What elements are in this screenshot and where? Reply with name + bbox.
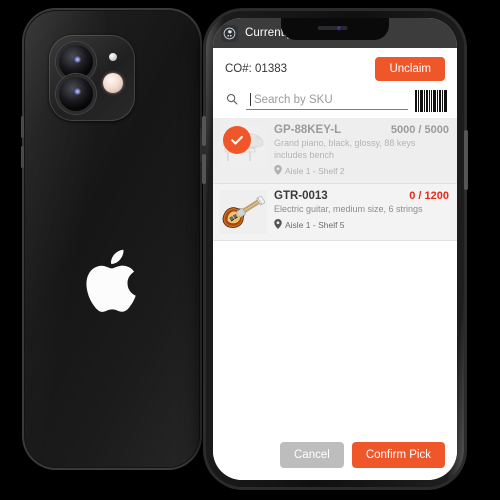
earpiece-speaker-icon	[317, 26, 348, 30]
text-caret	[250, 93, 251, 106]
content-spacer	[213, 240, 457, 432]
front-phone-device: Currently Picking... CO#: 01383 Unclaim	[202, 8, 468, 490]
front-camera-icon	[336, 26, 342, 31]
item-info-top: GP-88KEY-L 5000 / 5000	[274, 124, 449, 136]
front-phone-volume-up-button[interactable]	[202, 116, 206, 146]
item-info-top: GTR-0013 0 / 1200	[274, 190, 449, 202]
screenshot-stage: Currently Picking... CO#: 01383 Unclaim	[0, 0, 500, 500]
back-phone-volume-up-button[interactable]	[21, 116, 24, 138]
item-location-label: Aisle 1 - Shelf 2	[285, 165, 345, 176]
item-description: Grand piano, black, glossy, 88 keys incl…	[274, 138, 416, 160]
table-row[interactable]: GTR-0013 0 / 1200 Electric guitar, mediu…	[213, 183, 457, 241]
phone-screen: Currently Picking... CO#: 01383 Unclaim	[213, 18, 457, 480]
order-header-row: CO#: 01383 Unclaim	[213, 48, 457, 88]
customer-order-number: CO#: 01383	[225, 63, 288, 75]
check-icon	[223, 126, 251, 154]
item-location: Aisle 1 - Shelf 2	[274, 164, 449, 177]
back-phone-volume-down-button[interactable]	[21, 146, 24, 168]
pick-item-list: GP-88KEY-L 5000 / 5000 Grand piano, blac…	[213, 118, 457, 241]
search-row: Search by SKU	[213, 88, 457, 118]
item-quantity: 5000 / 5000	[390, 124, 449, 136]
barcode-icon[interactable]	[415, 90, 447, 112]
camera-flash-icon	[103, 73, 123, 93]
location-pin-icon	[274, 218, 282, 231]
camera-lens-bottom-icon	[56, 74, 96, 114]
cancel-button[interactable]: Cancel	[280, 442, 344, 468]
front-phone-volume-down-button[interactable]	[202, 154, 206, 184]
item-location: Aisle 1 - Shelf 5	[274, 218, 449, 231]
dual-camera-module	[49, 35, 135, 121]
location-pin-icon	[274, 164, 282, 177]
search-input[interactable]: Search by SKU	[246, 92, 408, 110]
back-phone-device	[21, 8, 203, 470]
item-info: GP-88KEY-L 5000 / 5000 Grand piano, blac…	[267, 124, 449, 177]
electric-guitar-icon	[219, 189, 267, 234]
item-sku: GP-88KEY-L	[274, 124, 342, 136]
app-root: Currently Picking... CO#: 01383 Unclaim	[213, 18, 457, 480]
item-description: Electric guitar, medium size, 6 strings	[274, 203, 423, 214]
back-phone-body	[25, 11, 199, 467]
unclaim-button[interactable]: Unclaim	[375, 57, 445, 81]
front-camera-notch	[281, 18, 389, 40]
item-location-label: Aisle 1 - Shelf 5	[285, 219, 345, 230]
apple-logo-icon	[85, 249, 139, 318]
item-info: GTR-0013 0 / 1200 Electric guitar, mediu…	[267, 190, 449, 234]
confirm-pick-button[interactable]: Confirm Pick	[351, 442, 445, 468]
item-quantity: 0 / 1200	[409, 189, 449, 202]
front-phone-power-button[interactable]	[464, 130, 468, 190]
item-sku: GTR-0013	[274, 189, 328, 202]
table-row[interactable]: GP-88KEY-L 5000 / 5000 Grand piano, blac…	[213, 118, 457, 184]
app-logo-icon[interactable]	[221, 24, 238, 42]
search-placeholder: Search by SKU	[254, 93, 333, 106]
search-icon	[225, 92, 239, 111]
microphone-dot-icon	[109, 53, 117, 61]
action-bar: Cancel Confirm Pick	[213, 432, 457, 480]
